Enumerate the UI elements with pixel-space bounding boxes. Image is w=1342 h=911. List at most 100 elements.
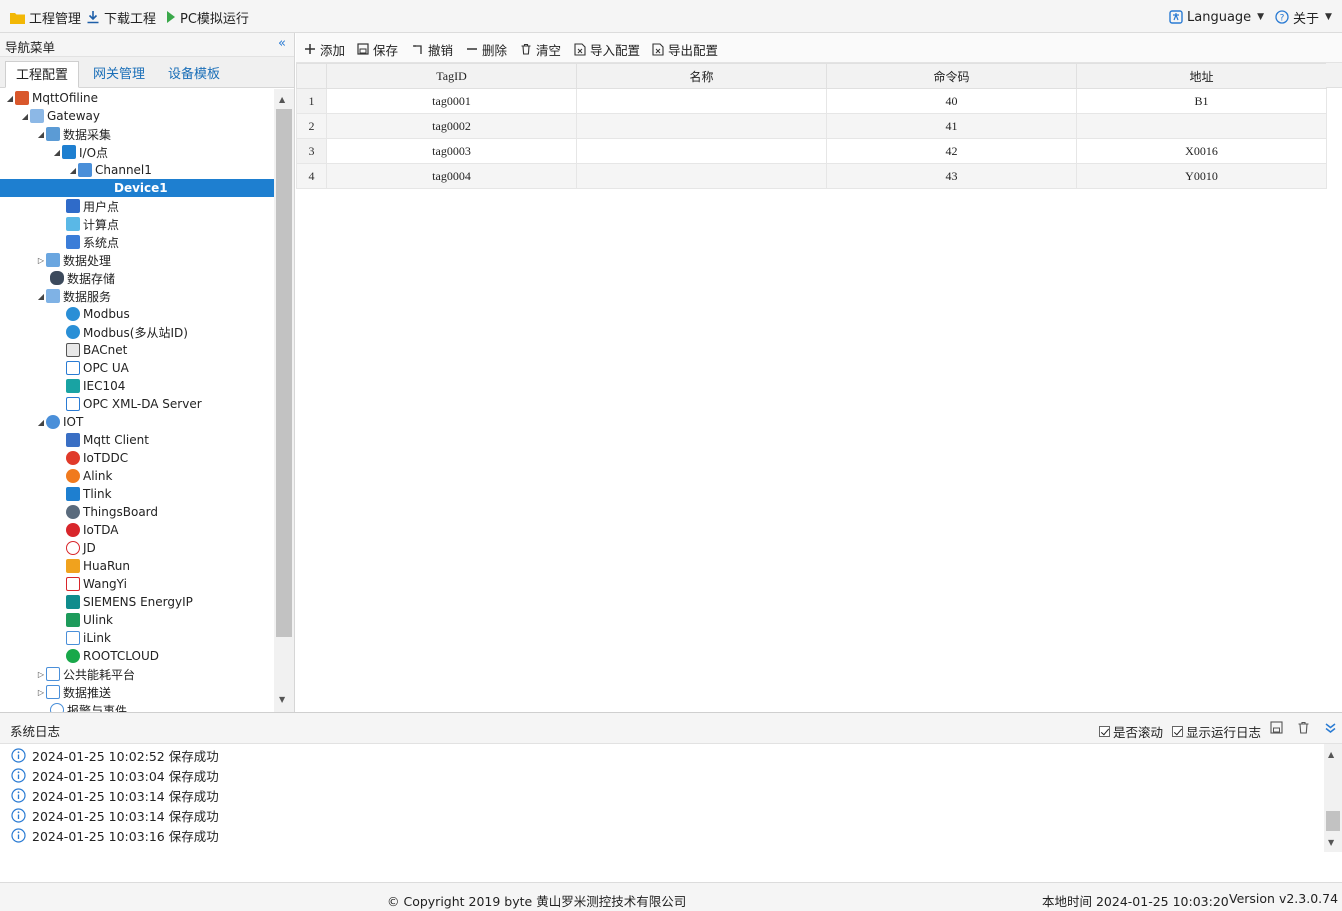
tree-node-iotda[interactable]: IoTDA — [0, 521, 274, 539]
tree-node-bacnet[interactable]: BACnet — [0, 341, 274, 359]
cell-tagid[interactable]: tag0003 — [326, 138, 577, 164]
tree-node-io[interactable]: ◢ I/O点 — [0, 143, 274, 161]
cell-address[interactable]: X0016 — [1076, 138, 1327, 164]
column-header-name[interactable]: 名称 — [576, 63, 827, 89]
cell-address[interactable]: B1 — [1076, 88, 1327, 114]
table-row[interactable]: 3 tag0003 42 X0016 — [296, 138, 1327, 164]
expanded-icon[interactable]: ◢ — [36, 418, 46, 427]
tree-node-mqtt-client[interactable]: Mqtt Client — [0, 431, 274, 449]
column-header-tagid[interactable]: TagID — [326, 63, 577, 89]
cell-tagid[interactable]: tag0002 — [326, 113, 577, 139]
tree-node-iec104[interactable]: IEC104 — [0, 377, 274, 395]
expanded-icon[interactable]: ◢ — [36, 292, 46, 301]
cell-address[interactable]: Y0010 — [1076, 163, 1327, 189]
clear-button[interactable]: 清空 — [520, 41, 561, 58]
scroll-down-icon[interactable]: ▼ — [279, 695, 285, 704]
tree-node-wangyi[interactable]: WangYi — [0, 575, 274, 593]
show-run-log-checkbox[interactable]: 显示运行日志 — [1172, 722, 1261, 741]
tree-node-calc-point[interactable]: 计算点 — [0, 215, 274, 233]
checkbox-checked-icon[interactable] — [1099, 726, 1110, 737]
tree-node-data-storage[interactable]: 数据存储 — [0, 269, 274, 287]
tree-node-alarm[interactable]: 报警与事件 — [0, 701, 274, 712]
tree-node-ulink[interactable]: Ulink — [0, 611, 274, 629]
cell-tagid[interactable]: tag0001 — [326, 88, 577, 114]
tree-node-iotddc[interactable]: IoTDDC — [0, 449, 274, 467]
export-config-button[interactable]: 导出配置 — [652, 41, 718, 58]
project-menu[interactable]: 工程管理 — [10, 8, 81, 27]
expanded-icon[interactable]: ◢ — [52, 148, 62, 157]
simulate-menu[interactable]: PC模拟运行 — [166, 8, 249, 27]
tree-node-system-point[interactable]: 系统点 — [0, 233, 274, 251]
tree-node-siemens[interactable]: SIEMENS EnergyIP — [0, 593, 274, 611]
import-config-button[interactable]: 导入配置 — [574, 41, 640, 58]
tab-device-template[interactable]: 设备模板 — [158, 61, 230, 88]
cell-command[interactable]: 43 — [826, 163, 1077, 189]
tab-gateway-manage[interactable]: 网关管理 — [83, 61, 155, 88]
cell-tagid[interactable]: tag0004 — [326, 163, 577, 189]
add-button[interactable]: 添加 — [304, 41, 345, 58]
cell-name[interactable] — [576, 138, 827, 164]
scroll-up-icon[interactable]: ▲ — [1328, 750, 1334, 759]
tree-node-data-push[interactable]: ▷ 数据推送 — [0, 683, 274, 701]
tree-node-energy-platform[interactable]: ▷ 公共能耗平台 — [0, 665, 274, 683]
scroll-up-icon[interactable]: ▲ — [279, 95, 285, 104]
undo-button[interactable]: 撤销 — [412, 41, 453, 58]
tree-node-device[interactable]: Device1 — [0, 179, 274, 197]
collapsed-icon[interactable]: ▷ — [36, 688, 46, 697]
tree-node-user-point[interactable]: 用户点 — [0, 197, 274, 215]
download-menu[interactable]: 下载工程 — [86, 8, 156, 27]
double-chevron-down-icon[interactable] — [1324, 721, 1337, 734]
tab-project-config[interactable]: 工程配置 — [5, 61, 80, 88]
tree-node-huarun[interactable]: HuaRun — [0, 557, 274, 575]
cell-name[interactable] — [576, 88, 827, 114]
expanded-icon[interactable]: ◢ — [36, 130, 46, 139]
scrollbar-thumb[interactable] — [276, 109, 292, 637]
tree-node-modbus[interactable]: Modbus — [0, 305, 274, 323]
cell-command[interactable]: 40 — [826, 88, 1077, 114]
tree-node-data-process[interactable]: ▷ 数据处理 — [0, 251, 274, 269]
tree-node-channel[interactable]: ◢ Channel1 — [0, 161, 274, 179]
language-menu[interactable]: Language ▼ — [1169, 8, 1264, 26]
collapsed-icon[interactable]: ▷ — [36, 256, 46, 265]
tree-node-modbus-multi[interactable]: Modbus(多从站ID) — [0, 323, 274, 341]
scrollbar-thumb[interactable] — [1326, 811, 1340, 831]
tree-node-opcua[interactable]: OPC UA — [0, 359, 274, 377]
tree-node-rootcloud[interactable]: ROOTCLOUD — [0, 647, 274, 665]
tree-node-thingsboard[interactable]: ThingsBoard — [0, 503, 274, 521]
tree-node-gateway[interactable]: ◢ Gateway — [0, 107, 274, 125]
cell-name[interactable] — [576, 163, 827, 189]
checkbox-checked-icon[interactable] — [1172, 726, 1183, 737]
tree-scrollbar[interactable]: ▲ ▼ — [274, 89, 294, 712]
tree-node-ilink[interactable]: iLink — [0, 629, 274, 647]
tree-node-tlink[interactable]: Tlink — [0, 485, 274, 503]
table-row[interactable]: 2 tag0002 41 — [296, 113, 1327, 139]
cell-name[interactable] — [576, 113, 827, 139]
cell-command[interactable]: 42 — [826, 138, 1077, 164]
cell-command[interactable]: 41 — [826, 113, 1077, 139]
tree-node-data-service[interactable]: ◢ 数据服务 — [0, 287, 274, 305]
delete-button[interactable]: 删除 — [466, 41, 507, 58]
tree-node-opcxml[interactable]: OPC XML-DA Server — [0, 395, 274, 413]
table-row[interactable]: 1 tag0001 40 B1 — [296, 88, 1327, 114]
about-menu[interactable]: ? 关于 ▼ — [1275, 8, 1332, 27]
column-header-command[interactable]: 命令码 — [826, 63, 1077, 89]
collapse-icon[interactable]: « — [278, 36, 286, 51]
scroll-down-icon[interactable]: ▼ — [1328, 838, 1334, 847]
expanded-icon[interactable]: ◢ — [20, 112, 30, 121]
auto-scroll-checkbox[interactable]: 是否滚动 — [1099, 722, 1163, 741]
save-log-icon[interactable] — [1270, 721, 1283, 734]
expanded-icon[interactable]: ◢ — [5, 94, 15, 103]
save-button[interactable]: 保存 — [357, 41, 398, 58]
clear-log-icon[interactable] — [1297, 721, 1310, 734]
tree-node-project[interactable]: ◢ MqttOfiline — [0, 89, 274, 107]
tree-node-jd[interactable]: JD — [0, 539, 274, 557]
collapsed-icon[interactable]: ▷ — [36, 670, 46, 679]
tree-node-alink[interactable]: Alink — [0, 467, 274, 485]
tree-node-data-collect[interactable]: ◢ 数据采集 — [0, 125, 274, 143]
expanded-icon[interactable]: ◢ — [68, 166, 78, 175]
table-row[interactable]: 4 tag0004 43 Y0010 — [296, 163, 1327, 189]
cell-address[interactable] — [1076, 113, 1327, 139]
column-header-address[interactable]: 地址 — [1076, 63, 1327, 89]
log-scrollbar[interactable]: ▲ ▼ — [1324, 744, 1342, 852]
tree-node-iot[interactable]: ◢ IOT — [0, 413, 274, 431]
